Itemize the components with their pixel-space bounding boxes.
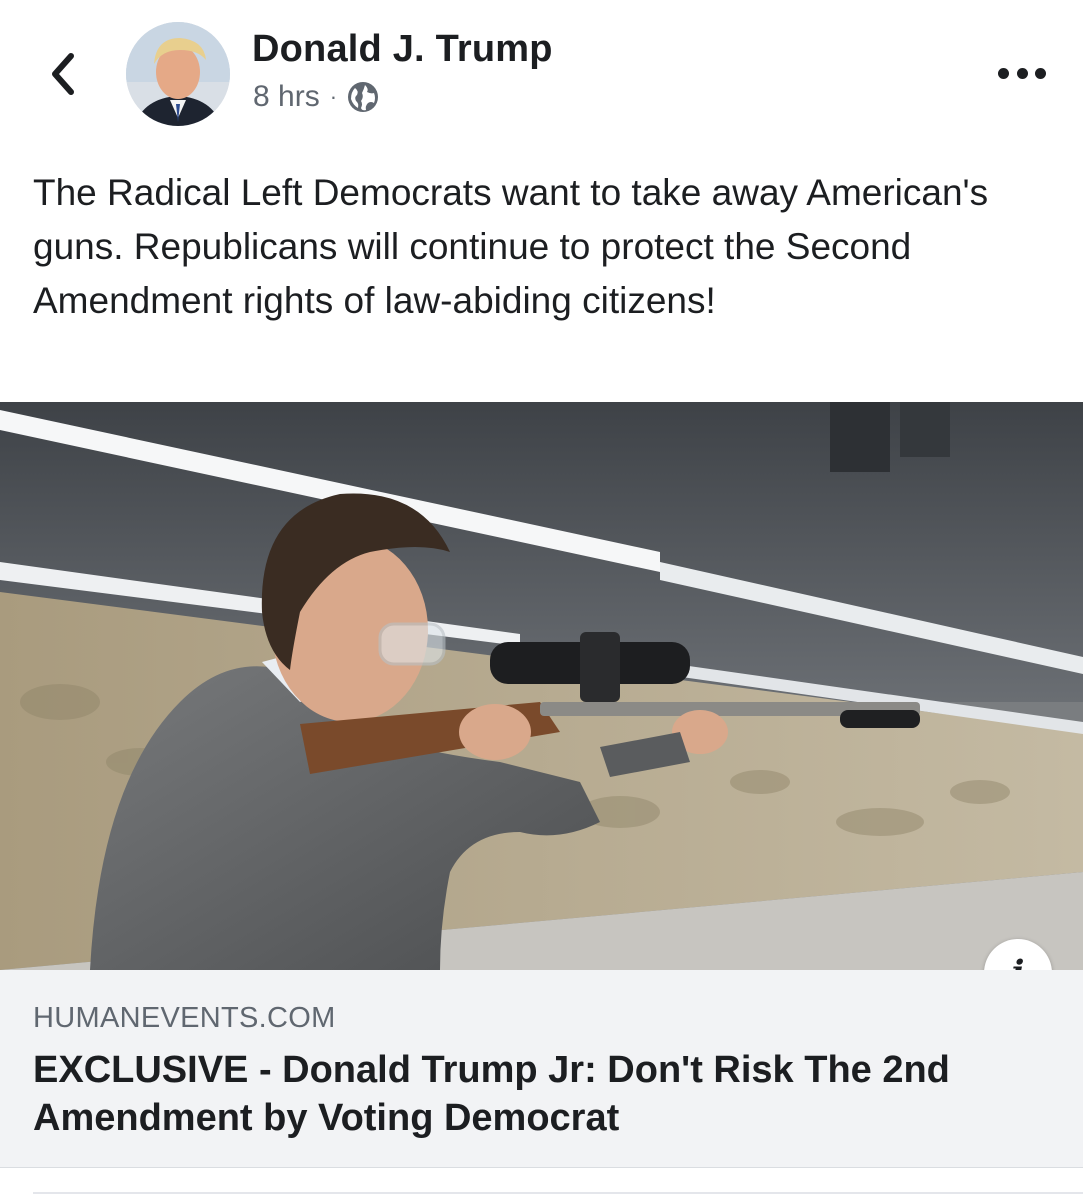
link-headline: EXCLUSIVE - Donald Trump Jr: Don't Risk … bbox=[33, 1049, 950, 1139]
globe-icon bbox=[348, 82, 379, 112]
avatar[interactable] bbox=[126, 22, 230, 126]
link-preview-card[interactable]: HUMANEVENTS.COM EXCLUSIVE - Donald Trump… bbox=[0, 970, 1083, 1168]
chevron-left-icon bbox=[52, 53, 74, 95]
more-options-button[interactable] bbox=[998, 60, 1046, 86]
post-text: The Radical Left Democrats want to take … bbox=[33, 172, 989, 321]
link-preview-image[interactable] bbox=[0, 402, 1083, 970]
author-name[interactable]: Donald J. Trump bbox=[252, 28, 553, 71]
post-meta: 8 hrs · bbox=[253, 80, 379, 114]
more-horizontal-icon bbox=[998, 67, 1009, 79]
post-timestamp[interactable]: 8 hrs bbox=[253, 80, 320, 114]
back-button[interactable] bbox=[40, 52, 84, 96]
link-domain: HUMANEVENTS.COM bbox=[33, 1002, 336, 1034]
divider bbox=[33, 1192, 1083, 1194]
meta-separator: · bbox=[329, 84, 338, 109]
post-header: Donald J. Trump 8 hrs · bbox=[0, 0, 1083, 140]
